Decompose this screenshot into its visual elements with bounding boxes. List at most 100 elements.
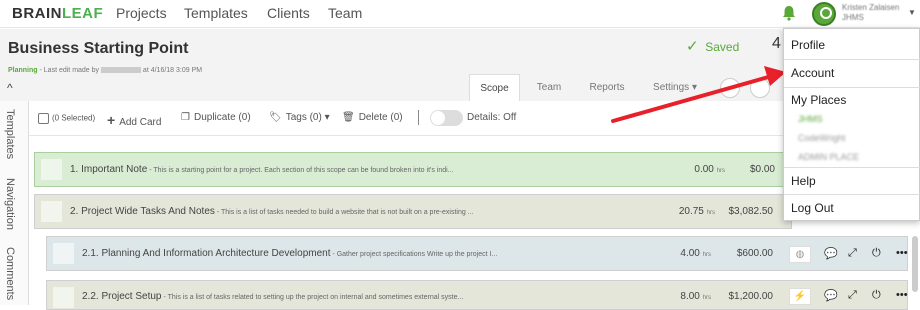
details-toggle[interactable]	[430, 110, 463, 126]
bell-icon[interactable]	[780, 4, 798, 22]
comment-icon[interactable]: 💬	[824, 247, 838, 260]
select-all-checkbox[interactable]: (0 Selected)	[38, 113, 95, 124]
nav-team[interactable]: Team	[328, 5, 362, 21]
card-description: - Gather project specifications Write up…	[330, 251, 498, 258]
last-edit-prefix: - Last edit made by	[37, 67, 101, 74]
duplicate-button[interactable]: ❐ Duplicate (0)	[181, 112, 251, 123]
menu-item-logout[interactable]: Log Out	[791, 201, 834, 215]
add-card-button[interactable]: + Add Card	[107, 112, 161, 128]
nav-clients[interactable]: Clients	[267, 5, 310, 21]
comment-icon[interactable]: 💬	[824, 289, 838, 302]
chevron-up-icon[interactable]: ^	[7, 81, 13, 95]
user-dropdown-menu: Profile Account My Places JHMS CodeWrigh…	[783, 28, 920, 221]
place-item[interactable]: CodeWright	[798, 133, 845, 143]
brainleaf-logo[interactable]: BRAINLEAF	[12, 5, 103, 22]
duplicate-icon: ❐	[181, 112, 190, 123]
scope-card[interactable]: 2.2. Project Setup - This is a list of t…	[46, 280, 908, 310]
check-icon: ✓	[686, 38, 699, 55]
card-title-text: 1. Important Note	[70, 164, 148, 175]
link-icon[interactable]	[750, 78, 770, 98]
lightning-icon[interactable]: ⚡	[789, 288, 811, 305]
hrs-unit: hrs	[702, 295, 711, 301]
card-hours-value: 20.75	[678, 206, 704, 217]
menu-item-help[interactable]: Help	[791, 174, 816, 188]
chevron-down-icon[interactable]: ▼	[908, 8, 916, 17]
status-badge: Planning	[8, 67, 38, 74]
place-item[interactable]: JHMS	[798, 114, 823, 124]
delete-button[interactable]: 🗑 Delete (0)	[342, 112, 403, 123]
nav-templates[interactable]: Templates	[184, 5, 248, 21]
tab-team[interactable]: Team	[526, 74, 572, 101]
card-select-box[interactable]	[41, 201, 62, 222]
logo-part-brain: BRAIN	[12, 5, 62, 22]
more-icon[interactable]: •••	[896, 247, 908, 259]
side-tab-comments[interactable]: Comments	[4, 247, 16, 300]
expand-icon[interactable]: ⤢	[848, 247, 857, 260]
card-hours: 20.75 hrs	[655, 206, 715, 217]
binoculars-icon[interactable]: ◍	[789, 246, 811, 263]
user-avatar[interactable]	[812, 2, 836, 26]
scope-card[interactable]: 2. Project Wide Tasks And Notes - This i…	[34, 194, 792, 229]
card-hours: 4.00 hrs	[651, 248, 711, 259]
add-card-label: Add Card	[119, 117, 162, 128]
more-icon[interactable]: •••	[896, 289, 908, 301]
card-select-box[interactable]	[41, 159, 62, 180]
card-hours-value: 0.00	[694, 164, 714, 175]
side-panel: ^ Templates Navigation Comments	[0, 81, 29, 305]
power-icon[interactable]: ⏻	[872, 247, 881, 260]
card-hours-value: 8.00	[680, 291, 700, 302]
card-title-text: 2.1. Planning And Information Architectu…	[82, 248, 331, 259]
menu-item-account[interactable]: Account	[791, 66, 834, 80]
plus-icon: +	[107, 112, 116, 128]
menu-divider	[784, 87, 920, 88]
nav-projects[interactable]: Projects	[116, 5, 167, 21]
card-cost: $0.00	[749, 164, 775, 175]
my-places-heading: My Places	[791, 93, 847, 107]
card-title: 1. Important Note - This is a starting p…	[70, 164, 454, 175]
scrollbar[interactable]	[912, 236, 918, 292]
last-edit-info: Planning - Last edit made by at 4/16/18 …	[8, 67, 202, 74]
saved-indicator: ✓ Saved	[686, 37, 739, 55]
card-hours: 8.00 hrs	[651, 291, 711, 302]
place-item[interactable]: ADMIN PLACE	[798, 152, 859, 162]
card-title: 2.2. Project Setup - This is a list of t…	[82, 291, 463, 302]
side-tab-templates[interactable]: Templates	[4, 109, 16, 159]
menu-divider	[784, 167, 920, 168]
power-icon[interactable]: ⏻	[872, 289, 881, 302]
user-name-block[interactable]: Kristen Zalaisen JHMS	[842, 3, 899, 23]
card-hours-value: 4.00	[680, 248, 700, 259]
menu-item-profile[interactable]: Profile	[791, 38, 825, 52]
project-total: 4	[772, 35, 781, 52]
checkbox-icon	[38, 113, 49, 124]
card-description: - This is a list of tasks related to set…	[161, 294, 464, 301]
tab-reports[interactable]: Reports	[580, 74, 634, 101]
top-navbar: BRAINLEAF Projects Templates Clients Tea…	[0, 0, 920, 28]
card-title-text: 2. Project Wide Tasks And Notes	[70, 206, 215, 217]
last-edit-suffix: at 4/16/18 3:09 PM	[140, 67, 203, 74]
page-title: Business Starting Point	[8, 40, 189, 57]
print-icon[interactable]	[720, 78, 740, 98]
details-label: Details: Off	[467, 112, 517, 123]
tab-settings[interactable]: Settings ▾	[645, 74, 705, 101]
tab-scope[interactable]: Scope	[469, 74, 520, 101]
card-title: 2. Project Wide Tasks And Notes - This i…	[70, 206, 474, 217]
trash-icon: 🗑	[342, 112, 355, 123]
delete-label: Delete (0)	[358, 112, 403, 123]
card-cost: $3,082.50	[728, 206, 774, 217]
scope-card[interactable]: 2.1. Planning And Information Architectu…	[46, 236, 908, 271]
duplicate-label: Duplicate (0)	[193, 112, 251, 123]
tags-dropdown[interactable]: 🏷 Tags (0) ▾	[269, 112, 330, 123]
project-header: Business Starting Point Planning - Last …	[0, 29, 920, 101]
card-cost: $1,200.00	[728, 291, 774, 302]
expand-icon[interactable]: ⤢	[848, 289, 857, 302]
side-tab-navigation[interactable]: Navigation	[4, 178, 16, 230]
card-title: 2.1. Planning And Information Architectu…	[82, 248, 497, 259]
saved-label: Saved	[705, 40, 740, 54]
card-select-box[interactable]	[53, 243, 74, 264]
toolbar-divider	[418, 110, 419, 125]
redacted-name	[100, 67, 141, 74]
scope-card[interactable]: 1. Important Note - This is a starting p…	[34, 152, 792, 187]
card-cost: $600.00	[736, 248, 773, 259]
logo-part-leaf: LEAF	[62, 5, 104, 22]
hrs-unit: hrs	[702, 252, 711, 258]
